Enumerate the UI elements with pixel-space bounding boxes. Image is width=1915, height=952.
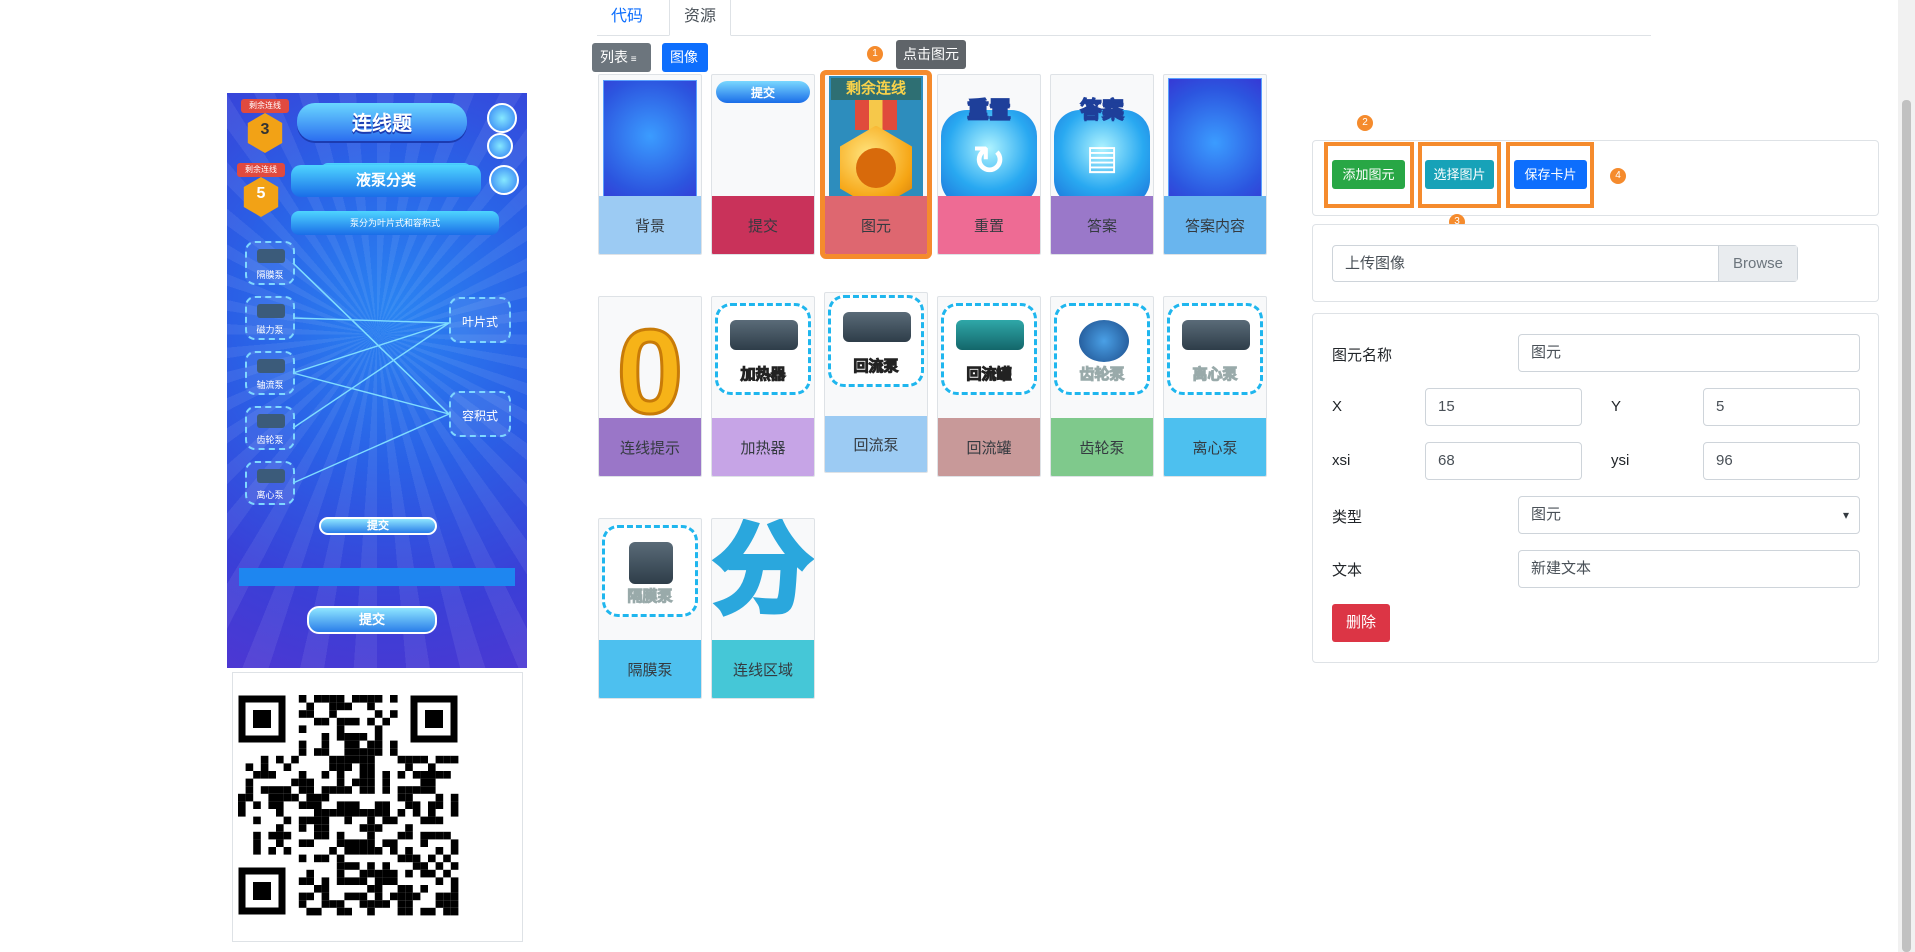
resource-line-area[interactable]: 分 连线区域 bbox=[711, 518, 815, 699]
delete-button[interactable]: 删除 bbox=[1332, 604, 1390, 642]
resource-label: 齿轮泵 bbox=[1051, 418, 1153, 476]
xsi-input[interactable]: 68 bbox=[1425, 442, 1582, 480]
left-item-3[interactable]: 轴流泵 bbox=[245, 351, 295, 395]
tooltip: 点击图元 bbox=[896, 40, 966, 69]
qr-code-card bbox=[232, 672, 523, 942]
resource-label: 加热器 bbox=[712, 418, 814, 476]
text-input[interactable]: 新建文本 bbox=[1518, 550, 1860, 588]
right-item-1[interactable]: 叶片式 bbox=[449, 297, 511, 343]
resource-submit[interactable]: 提交 提交 bbox=[711, 74, 815, 255]
x-label: X bbox=[1332, 398, 1343, 415]
left-item-4[interactable]: 齿轮泵 bbox=[245, 406, 295, 450]
ysi-label: ysi bbox=[1611, 452, 1630, 469]
image-view-button[interactable]: 图像 bbox=[662, 43, 708, 72]
add-element-button[interactable]: 添加图元 bbox=[1332, 160, 1405, 189]
x-input[interactable]: 15 bbox=[1425, 388, 1582, 426]
chevron-down-icon: ▾ bbox=[1842, 508, 1849, 522]
resource-label: 连线提示 bbox=[599, 418, 701, 476]
resource-label: 答案内容 bbox=[1164, 196, 1266, 254]
resource-label: 重置 bbox=[938, 196, 1040, 254]
scrollbar-thumb[interactable] bbox=[1902, 100, 1911, 952]
submit-button-small[interactable]: 提交 bbox=[319, 517, 437, 535]
tab-resources[interactable]: 资源 bbox=[669, 0, 732, 36]
resource-element-selected[interactable]: 剩余连线 图元 bbox=[820, 70, 932, 259]
resource-centrifugal-pump[interactable]: 离心泵 离心泵 bbox=[1163, 296, 1267, 477]
page-scrollbar[interactable] bbox=[1898, 0, 1915, 952]
y-label: Y bbox=[1611, 398, 1622, 415]
element-name-input[interactable]: 图元 bbox=[1518, 334, 1860, 372]
type-select-value: 图元 bbox=[1531, 506, 1562, 523]
resource-reset[interactable]: 重置 ↻ 重置 bbox=[937, 74, 1041, 255]
save-card-button[interactable]: 保存卡片 bbox=[1514, 160, 1587, 189]
right-item-2[interactable]: 容积式 bbox=[449, 391, 511, 437]
left-item-2[interactable]: 磁力泵 bbox=[245, 296, 295, 340]
step-badge-2: 2 bbox=[1357, 115, 1373, 131]
resource-answer[interactable]: 答案 ▤ 答案 bbox=[1050, 74, 1154, 255]
resource-label: 连线区域 bbox=[712, 640, 814, 698]
list-view-button[interactable]: 列表 ≡ bbox=[592, 43, 651, 72]
step-badge-1: 1 bbox=[867, 46, 883, 62]
resource-label: 提交 bbox=[712, 196, 814, 254]
book-icon: ▤ bbox=[1085, 138, 1119, 177]
tab-code[interactable]: 代码 bbox=[597, 0, 657, 36]
resource-label: 隔膜泵 bbox=[599, 640, 701, 698]
resource-return-pump[interactable]: 回流泵 回流泵 bbox=[824, 292, 928, 473]
resource-answer-content[interactable]: 答案内容 bbox=[1163, 74, 1267, 255]
qr-code bbox=[238, 695, 459, 916]
text-label: 文本 bbox=[1332, 562, 1363, 579]
reload-icon: ↻ bbox=[972, 138, 1006, 183]
resource-background[interactable]: 背景 bbox=[598, 74, 702, 255]
resource-label: 背景 bbox=[599, 196, 701, 254]
card-preview: 连线题 剩余连线 3 剩余连线 5 液泵分类 泵分为叶片式和容积式 隔膜泵 磁力… bbox=[227, 93, 527, 668]
submit-button[interactable]: 提交 bbox=[307, 606, 437, 634]
divider-bar bbox=[239, 568, 515, 586]
resource-label: 图元 bbox=[825, 196, 927, 254]
left-item-5[interactable]: 离心泵 bbox=[245, 461, 295, 505]
resource-label: 回流泵 bbox=[825, 416, 927, 472]
left-item-1[interactable]: 隔膜泵 bbox=[245, 241, 295, 285]
name-label: 图元名称 bbox=[1332, 347, 1393, 364]
xsi-label: xsi bbox=[1332, 452, 1351, 469]
tab-bar: 代码 资源 bbox=[597, 0, 1651, 36]
resource-diaphragm-pump[interactable]: 隔膜泵 隔膜泵 bbox=[598, 518, 702, 699]
browse-button[interactable]: Browse bbox=[1718, 246, 1797, 281]
resource-gear-pump[interactable]: 齿轮泵 齿轮泵 bbox=[1050, 296, 1154, 477]
resource-label: 离心泵 bbox=[1164, 418, 1266, 476]
y-input[interactable]: 5 bbox=[1703, 388, 1860, 426]
resource-return-tank[interactable]: 回流罐 回流罐 bbox=[937, 296, 1041, 477]
step-badge-4: 4 bbox=[1610, 168, 1626, 184]
filter-icon: ≡ bbox=[628, 54, 637, 65]
upload-image-input[interactable]: 上传图像 Browse bbox=[1332, 245, 1798, 282]
ysi-input[interactable]: 96 bbox=[1703, 442, 1860, 480]
resource-label: 回流罐 bbox=[938, 418, 1040, 476]
type-label: 类型 bbox=[1332, 509, 1363, 526]
upload-placeholder: 上传图像 bbox=[1345, 255, 1406, 272]
resource-heater[interactable]: 加热器 加热器 bbox=[711, 296, 815, 477]
select-image-button[interactable]: 选择图片 bbox=[1425, 160, 1494, 189]
resource-line-hint[interactable]: 0 连线提示 bbox=[598, 296, 702, 477]
type-select[interactable]: 图元 ▾ bbox=[1518, 496, 1860, 534]
resource-label: 答案 bbox=[1051, 196, 1153, 254]
